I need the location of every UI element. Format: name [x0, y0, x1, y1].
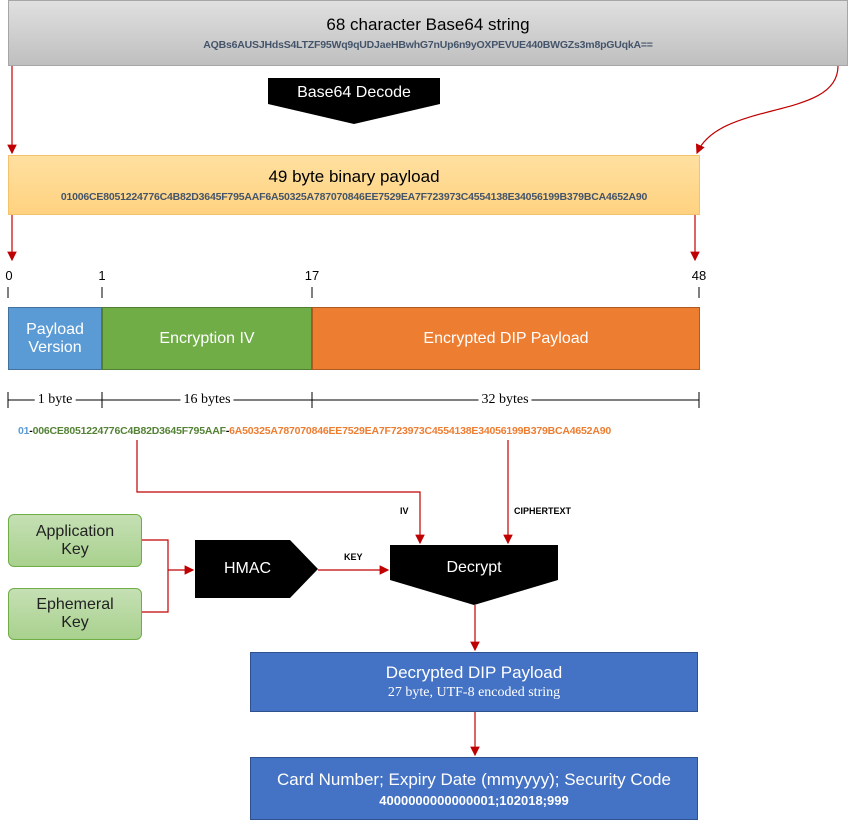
- binary-value: 01006CE8051224776C4B82D3645F795AAF6A5032…: [60, 191, 648, 203]
- offset-0: 0: [5, 268, 13, 283]
- hmac-label: HMAC: [223, 560, 272, 577]
- binary-title: 49 byte binary payload: [268, 167, 440, 186]
- binary-payload-box: 49 byte binary payload 01006CE8051224776…: [8, 155, 700, 215]
- result-box: Card Number; Expiry Date (mmyyyy); Secur…: [250, 757, 698, 820]
- base64-value: AQBs6AUSJHdsS4LTZF95Wq9qUDJaeHBwhG7nUp6n…: [203, 39, 653, 51]
- hex-iv: 006CE8051224776C4B82D3645F795AAF: [32, 425, 226, 437]
- segment-encrypted-payload: Encrypted DIP Payload: [312, 307, 700, 370]
- offset-17: 17: [304, 268, 320, 283]
- segmented-hex: 01-006CE8051224776C4B82D3645F795AAF-6A50…: [18, 425, 611, 437]
- iv-label: IV: [400, 506, 409, 516]
- decrypted-subtitle: 27 byte, UTF-8 encoded string: [387, 685, 561, 700]
- result-title: Card Number; Expiry Date (mmyyyy); Secur…: [277, 769, 671, 789]
- base64-decode-label: Base64 Decode: [297, 84, 411, 101]
- offset-48: 48: [691, 268, 707, 283]
- segment-payload-version: Payload Version: [8, 307, 102, 370]
- hex-version: 01: [18, 425, 30, 437]
- base64-string-box: 68 character Base64 string AQBs6AUSJHdsS…: [8, 0, 848, 66]
- size-1-byte: 1 byte: [34, 392, 76, 408]
- application-key-box: Application Key: [8, 514, 142, 567]
- hex-ciphertext: 6A50325A787070846EE7529EA7F723973C455413…: [229, 425, 611, 437]
- decrypted-title: Decrypted DIP Payload: [385, 663, 563, 682]
- offset-1: 1: [98, 268, 106, 283]
- segment-encryption-iv: Encryption IV: [102, 307, 312, 370]
- ephemeral-key-box: Ephemeral Key: [8, 588, 142, 640]
- decrypted-payload-box: Decrypted DIP Payload 27 byte, UTF-8 enc…: [250, 652, 698, 712]
- key-label: KEY: [344, 552, 363, 562]
- result-value: 4000000000000001;102018;999: [379, 792, 569, 808]
- size-32-bytes: 32 bytes: [478, 392, 532, 408]
- decrypt-label: Decrypt: [446, 558, 502, 576]
- size-16-bytes: 16 bytes: [180, 392, 234, 408]
- ciphertext-label: CIPHERTEXT: [514, 506, 572, 516]
- base64-title: 68 character Base64 string: [326, 15, 530, 34]
